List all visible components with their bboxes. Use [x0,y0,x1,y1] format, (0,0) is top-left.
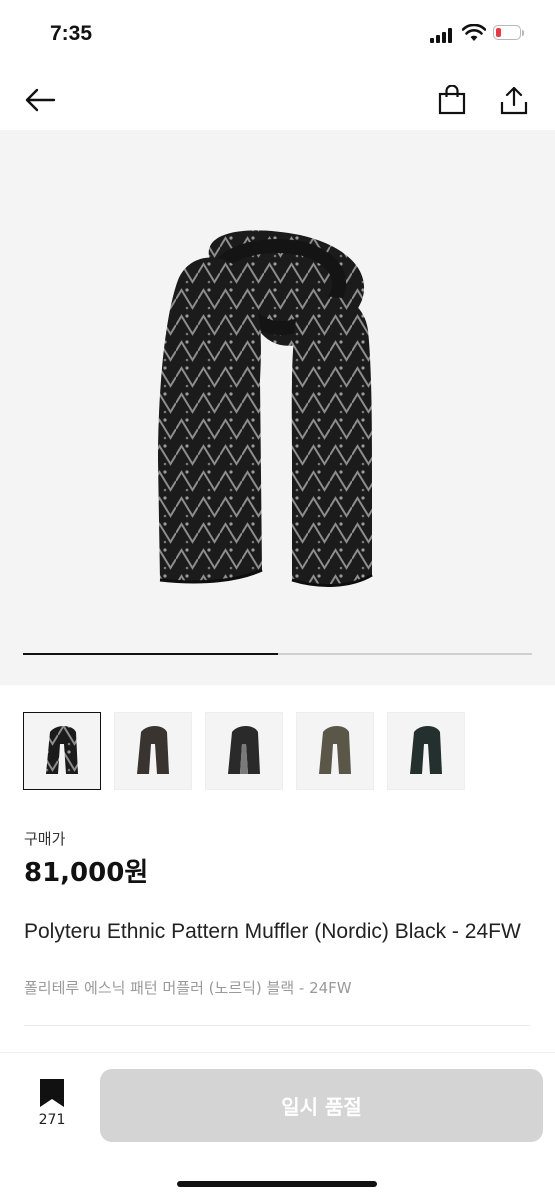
back-button[interactable] [18,78,62,122]
scarf-product-image [158,230,373,587]
arrow-left-icon [25,88,56,112]
divider [24,1025,530,1026]
status-bar: 7:35 [0,0,555,70]
thumbnail-3[interactable] [205,712,283,790]
wishlist-count: 271 [38,1112,66,1128]
bookmark-icon [40,1079,64,1107]
shopping-bag-icon [438,85,466,115]
sold-out-button[interactable]: 일시 품절 [100,1069,543,1142]
share-icon [500,86,528,115]
thumbnail-4[interactable] [296,712,374,790]
scarf-thumbnail-image [410,726,442,774]
scarf-thumbnail-image [319,726,351,774]
product-image-gallery[interactable] [0,130,555,685]
status-time: 7:35 [50,22,93,45]
thumbnail-5[interactable] [387,712,465,790]
wifi-icon [462,24,486,41]
price-label: 구매가 [24,830,66,848]
thumbnail-1[interactable] [23,712,101,790]
gallery-progress-bar [23,653,532,655]
bottom-bar-border [0,1052,555,1053]
shopping-bag-button[interactable] [430,78,474,122]
wishlist-button[interactable]: 271 [26,1078,78,1138]
thumbnail-2[interactable] [114,712,192,790]
product-subtitle: 폴리테루 에스닉 패턴 머플러 (노르딕) 블랙 - 24FW [24,979,352,997]
product-title: Polyteru Ethnic Pattern Muffler (Nordic)… [24,920,521,943]
price-value: 81,000원 [24,858,149,888]
gallery-progress-fill [23,653,278,655]
cellular-signal-icon [430,27,454,43]
share-button[interactable] [492,78,536,122]
battery-icon [493,25,525,42]
top-navigation [0,70,555,130]
scarf-thumbnail-image [137,726,169,774]
home-indicator [177,1181,377,1187]
scarf-thumbnail-image [46,726,78,774]
scarf-thumbnail-image [228,726,260,774]
